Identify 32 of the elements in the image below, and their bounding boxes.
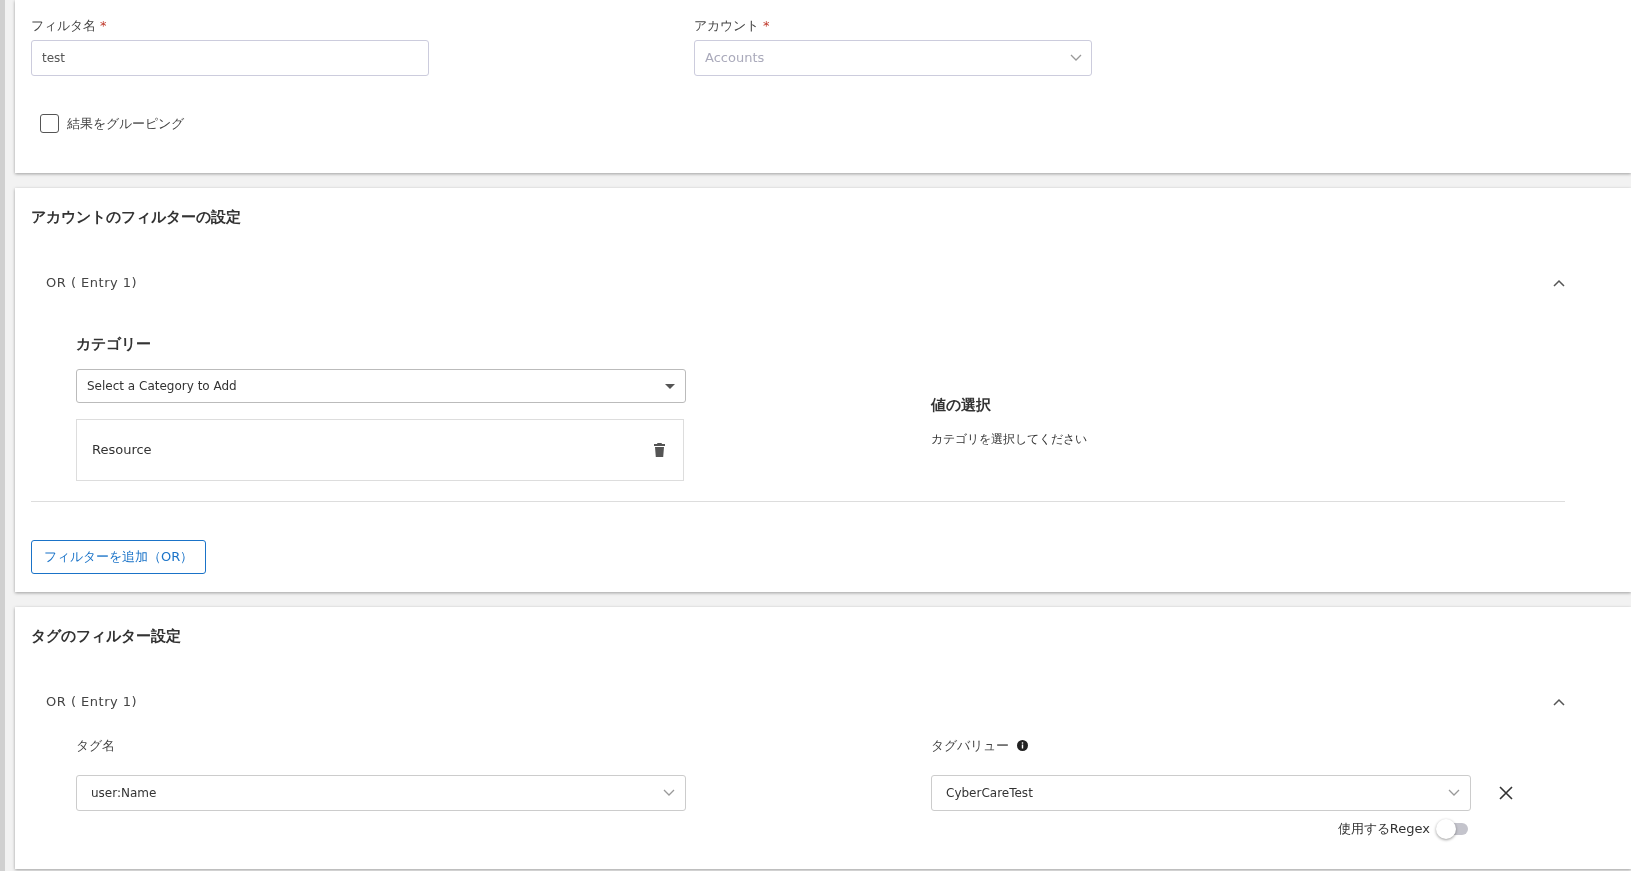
tag-name-label: タグ名: [76, 736, 116, 755]
field-label: アカウント: [694, 17, 759, 35]
hint-text: カテゴリを選択してください: [931, 431, 1087, 448]
entry-label: OR ( Entry 1): [46, 692, 138, 711]
tag-value-label: タグバリュー: [931, 736, 1009, 755]
tag-name-select[interactable]: user:Name: [76, 775, 686, 811]
category-heading: カテゴリー: [76, 333, 152, 355]
value-heading: 値の選択: [931, 394, 992, 416]
account-select[interactable]: Accounts: [694, 39, 1092, 76]
close-icon[interactable]: [1499, 786, 1513, 800]
info-icon: [1017, 739, 1028, 751]
required-mark: *: [763, 17, 770, 35]
checkbox-label: 結果をグルーピング: [67, 114, 184, 133]
entry-label: OR ( Entry 1): [46, 273, 138, 292]
chevron-down-icon: [1448, 789, 1460, 797]
chevron-down-icon: [1070, 53, 1082, 62]
checkbox[interactable]: [40, 113, 59, 133]
required-mark: *: [100, 17, 107, 35]
section-title: アカウントのフィルターの設定: [31, 207, 242, 228]
category-name: Resource: [92, 441, 152, 460]
category-select[interactable]: Select a Category to Add: [76, 369, 686, 403]
chevron-down-icon: [663, 789, 675, 797]
trash-icon[interactable]: [654, 443, 665, 457]
tag-value-select[interactable]: CyberCareTest: [931, 775, 1471, 811]
filter-name-field[interactable]: test: [31, 39, 429, 76]
chevron-up-icon[interactable]: [1553, 697, 1565, 706]
add-filter-button[interactable]: フィルターを追加（OR）: [31, 540, 207, 574]
chevron-up-icon[interactable]: [1553, 278, 1565, 287]
field-label: フィルタ名: [31, 17, 96, 35]
regex-label: 使用するRegex: [1337, 820, 1430, 838]
caret-icon: [665, 383, 675, 389]
section-title: タグのフィルター設定: [31, 626, 182, 647]
